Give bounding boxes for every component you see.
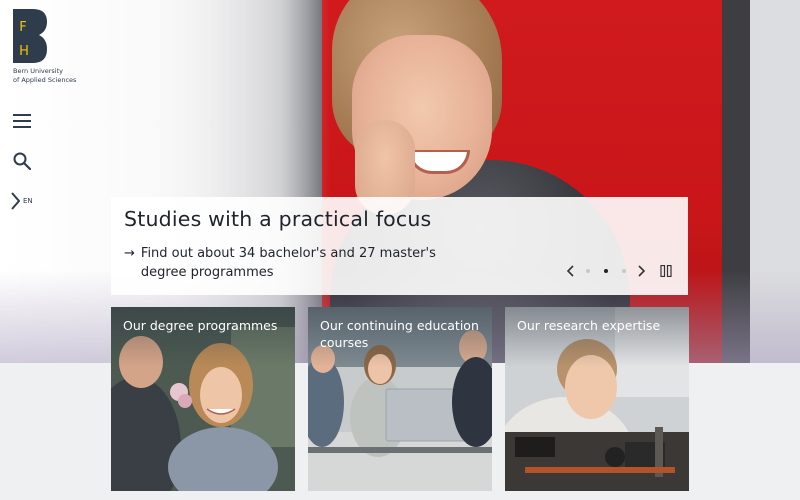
brand-name-line1: Bern University bbox=[13, 67, 63, 75]
arrow-right-icon: → bbox=[124, 246, 135, 261]
chevron-left-icon bbox=[566, 265, 574, 277]
tile-title: Our degree programmes bbox=[123, 318, 278, 333]
hero-programmes-link[interactable]: → Find out about 34 bachelor's and 27 ma… bbox=[124, 245, 474, 282]
language-switch[interactable]: EN bbox=[10, 192, 33, 210]
hamburger-icon bbox=[13, 114, 31, 128]
tile-shade bbox=[111, 307, 295, 367]
search-button[interactable] bbox=[11, 150, 33, 172]
menu-button[interactable] bbox=[11, 110, 33, 132]
brand-name-line2: of Applied Sciences bbox=[13, 76, 77, 84]
tile-shade bbox=[505, 307, 689, 367]
slider-dot-2[interactable] bbox=[604, 269, 608, 273]
logo-letter-f: F bbox=[19, 20, 26, 35]
chevron-right-icon bbox=[638, 265, 646, 277]
chevron-right-icon bbox=[11, 192, 20, 210]
bfh-logo[interactable]: F H bbox=[13, 9, 47, 63]
language-code: EN bbox=[23, 197, 33, 205]
slider-prev-button[interactable] bbox=[561, 263, 579, 279]
slider-dot-3[interactable] bbox=[622, 269, 626, 273]
hero-link-text: Find out about 34 bachelor's and 27 mast… bbox=[140, 246, 436, 280]
tile-degree-programmes[interactable]: Our degree programmes bbox=[111, 307, 295, 491]
slider-next-button[interactable] bbox=[633, 263, 651, 279]
brand-name: Bern University of Applied Sciences bbox=[13, 67, 76, 85]
hero-title: Studies with a practical focus bbox=[124, 207, 432, 231]
slider-dot-1[interactable] bbox=[586, 269, 590, 273]
tile-research-expertise[interactable]: Our research expertise bbox=[505, 307, 689, 491]
slider-pause-button[interactable] bbox=[657, 263, 675, 279]
pause-icon bbox=[660, 265, 672, 277]
tile-title: Our continuing education courses bbox=[320, 318, 479, 350]
slider-controls bbox=[561, 263, 675, 279]
tile-continuing-education[interactable]: Our continuing education courses bbox=[308, 307, 492, 491]
search-icon bbox=[13, 152, 31, 170]
hero-teaser: Studies with a practical focus → Find ou… bbox=[111, 197, 688, 295]
logo-letter-h: H bbox=[19, 44, 29, 59]
tile-title: Our research expertise bbox=[517, 318, 661, 333]
